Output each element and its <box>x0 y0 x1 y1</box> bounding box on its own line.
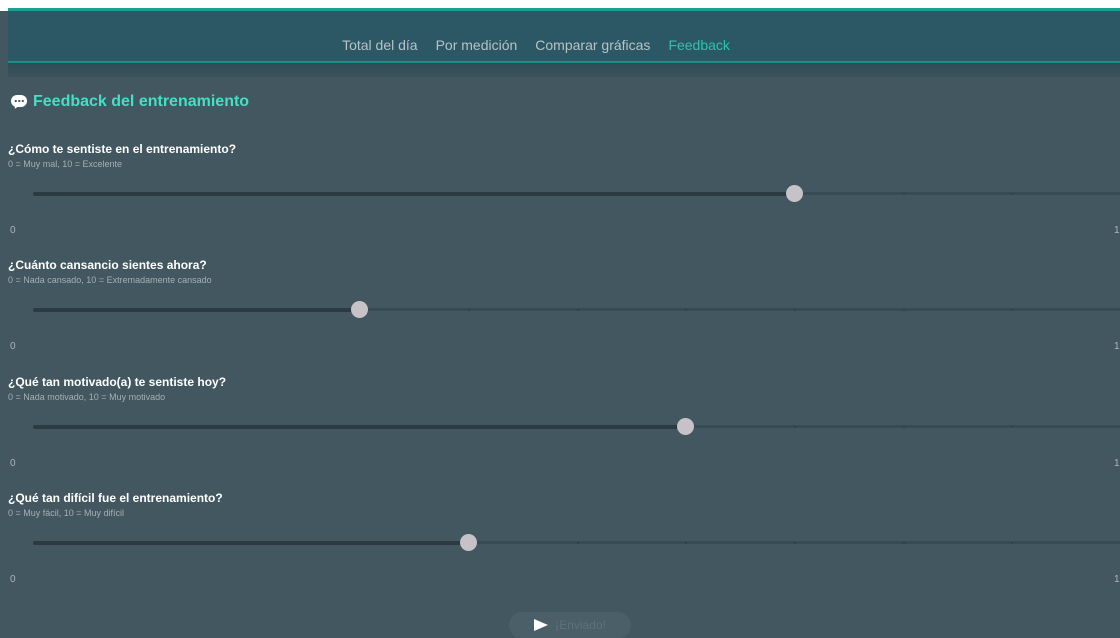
send-icon <box>534 619 549 631</box>
rating-slider[interactable] <box>33 185 1120 202</box>
slider-tick <box>1011 542 1014 544</box>
tab-feedback[interactable]: Feedback <box>659 35 738 55</box>
slider-min-label: 0 <box>10 458 16 469</box>
slider-fill <box>33 425 686 429</box>
tab-total-del-dia[interactable]: Total del día <box>333 35 427 55</box>
feedback-panel: Feedback del entrenamiento ¿Cómo te sent… <box>8 77 1120 638</box>
slider-thumb[interactable] <box>785 185 803 202</box>
question-label: ¿Qué tan difícil fue el entrenamiento? <box>8 491 223 505</box>
slider-tick <box>793 542 796 544</box>
slider-max-label: 1 <box>1114 225 1120 236</box>
slider-tick <box>685 309 688 311</box>
slider-tick <box>902 193 905 195</box>
question-label: ¿Cuánto cansancio sientes ahora? <box>8 258 207 272</box>
slider-tick <box>793 426 796 428</box>
slider-tick <box>1011 193 1014 195</box>
slider-thumb[interactable] <box>677 418 695 435</box>
question-block: ¿Qué tan difícil fue el entrenamiento? 0… <box>8 491 1120 601</box>
question-block: ¿Cuánto cansancio sientes ahora? 0 = Nad… <box>8 258 1120 368</box>
navbar-divider <box>8 63 1120 77</box>
slider-tick <box>1011 309 1014 311</box>
rating-slider[interactable] <box>33 301 1120 318</box>
slider-tick <box>902 542 905 544</box>
submit-button-label: ¡Enviado! <box>555 618 606 632</box>
tab-bar: Total del día Por medición Comparar gráf… <box>0 35 1092 55</box>
chat-bubble-icon <box>11 95 27 111</box>
slider-tick <box>1011 426 1014 428</box>
section-title-text: Feedback del entrenamiento <box>33 93 250 110</box>
window-top-strip <box>0 0 1120 11</box>
rating-slider[interactable] <box>33 418 1120 435</box>
slider-tick <box>685 542 688 544</box>
question-label: ¿Cómo te sentiste en el entrenamiento? <box>8 142 237 156</box>
slider-max-label: 1 <box>1114 341 1120 352</box>
question-hint: 0 = Muy fácil, 10 = Muy difícil <box>8 508 125 518</box>
slider-tick <box>902 309 905 311</box>
slider-fill <box>33 541 468 545</box>
slider-thumb[interactable] <box>351 301 369 318</box>
slider-max-label: 1 <box>1114 574 1120 585</box>
tab-comparar-graficas[interactable]: Comparar gráficas <box>526 35 659 55</box>
slider-tick <box>793 309 796 311</box>
slider-min-label: 0 <box>10 225 16 236</box>
slider-tick <box>576 309 579 311</box>
slider-tick <box>467 309 470 311</box>
slider-tick <box>576 542 579 544</box>
slider-fill <box>33 308 360 312</box>
slider-min-label: 0 <box>10 574 16 585</box>
question-hint: 0 = Muy mal, 10 = Excelente <box>8 159 123 169</box>
slider-max-label: 1 <box>1114 458 1120 469</box>
tab-por-medicion[interactable]: Por medición <box>427 35 527 55</box>
rating-slider[interactable] <box>33 534 1120 551</box>
question-label: ¿Qué tan motivado(a) te sentiste hoy? <box>8 375 227 389</box>
slider-thumb[interactable] <box>459 534 477 551</box>
submit-button[interactable]: ¡Enviado! <box>509 612 631 638</box>
slider-min-label: 0 <box>10 341 16 352</box>
question-block: ¿Cómo te sentiste en el entrenamiento? 0… <box>8 142 1120 252</box>
question-hint: 0 = Nada motivado, 10 = Muy motivado <box>8 392 166 402</box>
top-navbar: Total del día Por medición Comparar gráf… <box>8 11 1120 63</box>
slider-fill <box>33 192 794 196</box>
section-title: Feedback del entrenamiento <box>11 93 249 111</box>
slider-tick <box>902 426 905 428</box>
question-block: ¿Qué tan motivado(a) te sentiste hoy? 0 … <box>8 375 1120 485</box>
question-hint: 0 = Nada cansado, 10 = Extremadamente ca… <box>8 275 212 285</box>
